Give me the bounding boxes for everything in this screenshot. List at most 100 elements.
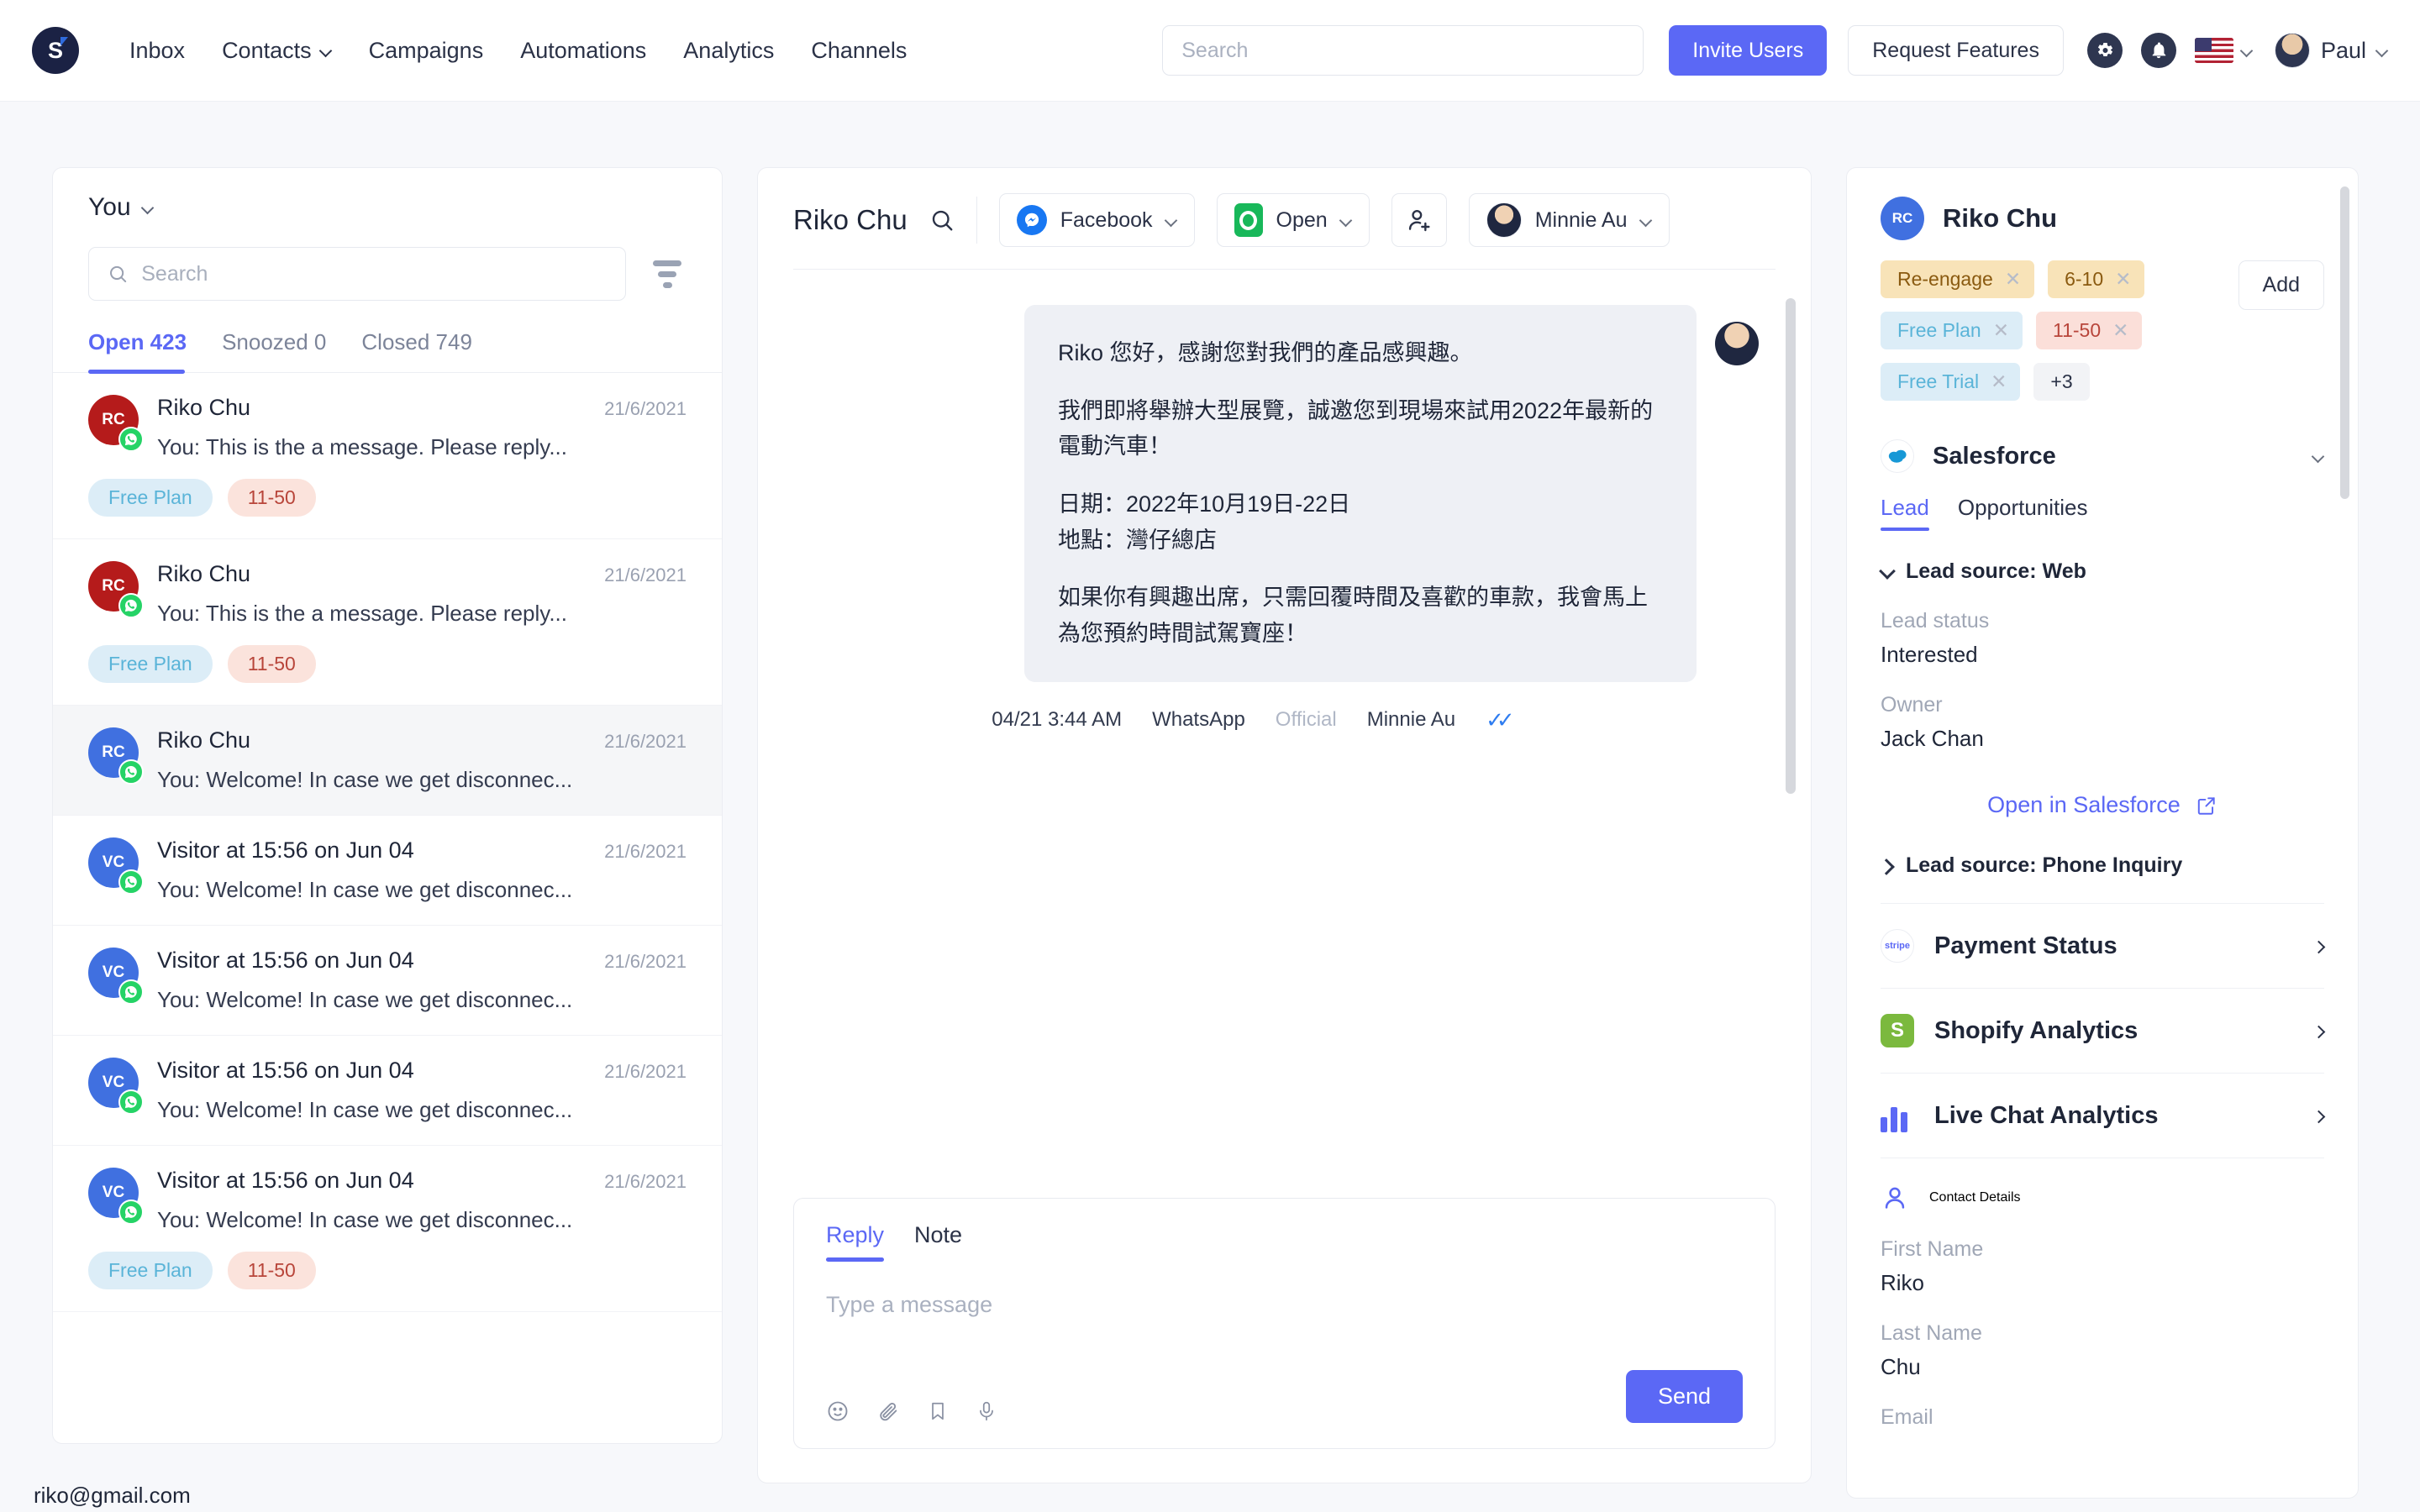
nav-label: Campaigns [369, 38, 484, 64]
conversation-date: 21/6/2021 [604, 398, 687, 420]
field-owner: Owner Jack Chan [1881, 693, 2324, 752]
conversation-list-item[interactable]: RCRiko Chu21/6/2021You: Welcome! In case… [53, 706, 722, 816]
add-user-icon [1406, 207, 1433, 234]
nav-label: Channels [811, 38, 907, 64]
tag-pill: Free Plan [88, 1252, 213, 1289]
tab-opportunities[interactable]: Opportunities [1958, 495, 2088, 531]
field-first-name: First Name Riko [1881, 1237, 2324, 1296]
global-search[interactable] [1162, 25, 1644, 76]
app-logo[interactable]: S [32, 27, 79, 74]
tab-closed[interactable]: Closed 749 [361, 329, 489, 372]
chevron-right-icon [1881, 859, 1894, 873]
contact-tag[interactable]: 6-10✕ [2048, 260, 2144, 298]
accordion-lead-source-web[interactable]: Lead source: Web [1881, 559, 2324, 584]
search-icon[interactable] [929, 207, 955, 233]
tab-open[interactable]: Open 423 [88, 329, 203, 372]
section-title: Live Chat Analytics [1934, 1102, 2158, 1130]
contact-tag[interactable]: 11-50✕ [2036, 312, 2142, 349]
contact-tag[interactable]: Free Plan✕ [1881, 312, 2023, 349]
chevron-down-icon[interactable] [2242, 45, 2253, 56]
composer-tools [826, 1399, 997, 1423]
channel-dropdown[interactable]: Facebook [999, 193, 1195, 247]
tab-snoozed[interactable]: Snoozed 0 [222, 329, 343, 372]
avatar [1486, 202, 1522, 238]
chat-scrollbar[interactable] [1786, 298, 1796, 794]
section-payment-status[interactable]: stripe Payment Status [1881, 903, 2324, 988]
conversation-search[interactable] [88, 247, 626, 301]
field-value: Interested [1881, 642, 2324, 668]
contact-tag[interactable]: Free Trial✕ [1881, 363, 2020, 401]
conversation-list[interactable]: RCRiko Chu21/6/2021You: This is the a me… [53, 373, 722, 1443]
section-shopify-analytics[interactable]: S Shopify Analytics [1881, 988, 2324, 1073]
whatsapp-channel-icon [118, 427, 144, 452]
open-in-salesforce-link[interactable]: Open in Salesforce [1881, 792, 2324, 818]
conversation-list-item[interactable]: RCRiko Chu21/6/2021You: This is the a me… [53, 539, 722, 706]
attachment-icon[interactable] [876, 1399, 900, 1423]
conversation-date: 21/6/2021 [604, 564, 687, 586]
remove-tag-icon[interactable]: ✕ [2005, 268, 2021, 291]
contact-tag[interactable]: +3 [2033, 363, 2089, 401]
contact-details-title: Contact Details [1929, 1190, 2021, 1205]
conversation-list-panel: You Open 423 Snoozed [52, 167, 723, 1444]
conversation-snippet: You: Welcome! In case we get disconnec..… [157, 1097, 687, 1123]
link-label: Open in Salesforce [1987, 792, 2181, 818]
bookmark-icon[interactable] [927, 1399, 949, 1423]
conversation-list-item[interactable]: RCRiko Chu21/6/2021You: This is the a me… [53, 373, 722, 539]
chevron-down-icon [1166, 215, 1177, 226]
conversation-name: Visitor at 15:56 on Jun 04 [157, 1168, 414, 1194]
conversation-search-input[interactable] [141, 262, 607, 286]
global-search-input[interactable] [1181, 39, 1624, 63]
status-dropdown[interactable]: Open [1217, 193, 1370, 247]
message-input[interactable] [826, 1292, 1743, 1318]
divider [976, 197, 977, 244]
tag-pill: Free Plan [88, 645, 213, 683]
open-status-icon [1234, 203, 1263, 237]
conversation-list-item[interactable]: VCVisitor at 15:56 on Jun 0421/6/2021You… [53, 1146, 722, 1312]
chevron-down-icon [2313, 451, 2324, 462]
nav-item-automations[interactable]: Automations [502, 38, 665, 64]
remove-tag-icon[interactable]: ✕ [2112, 319, 2128, 342]
conversation-detail-panel: Riko Chu Facebook [757, 167, 1812, 1483]
language-flag-icon[interactable] [2195, 38, 2233, 63]
nav-item-channels[interactable]: Channels [792, 38, 925, 64]
nav-item-campaigns[interactable]: Campaigns [350, 38, 502, 64]
nav-label: Inbox [129, 38, 185, 64]
filter-icon[interactable] [648, 255, 687, 293]
section-live-chat-analytics[interactable]: Live Chat Analytics [1881, 1073, 2324, 1158]
emoji-icon[interactable] [826, 1399, 850, 1423]
send-button[interactable]: Send [1626, 1370, 1743, 1423]
message-row: Riko 您好，感謝您對我們的產品感興趣。 我們即將舉辦大型展覽，誠邀您到現場來… [810, 305, 1759, 682]
remove-tag-icon[interactable]: ✕ [1993, 319, 2009, 342]
notification-bell-icon[interactable] [2141, 33, 2176, 68]
contact-tag[interactable]: Re-engage✕ [1881, 260, 2034, 298]
add-collaborator-button[interactable] [1392, 193, 1447, 247]
user-menu[interactable]: Paul [2275, 33, 2388, 68]
tab-note[interactable]: Note [914, 1222, 962, 1262]
person-icon [1881, 1184, 1909, 1212]
chevron-down-icon [1341, 215, 1352, 226]
owner-filter-dropdown[interactable]: You [88, 193, 687, 222]
remove-tag-icon[interactable]: ✕ [1991, 370, 2007, 393]
remove-tag-icon[interactable]: ✕ [2115, 268, 2131, 291]
tab-lead[interactable]: Lead [1881, 495, 1929, 531]
conversation-list-item[interactable]: VCVisitor at 15:56 on Jun 0421/6/2021You… [53, 816, 722, 926]
salesforce-section-header[interactable]: Salesforce [1881, 439, 2324, 473]
conversation-name: Riko Chu [157, 561, 250, 587]
contact-panel-scrollbar[interactable] [2340, 186, 2349, 499]
tab-reply[interactable]: Reply [826, 1222, 884, 1262]
accordion-lead-source-phone[interactable]: Lead source: Phone Inquiry [1881, 853, 2324, 878]
nav-item-inbox[interactable]: Inbox [111, 38, 203, 64]
assignee-label: Minnie Au [1535, 208, 1628, 233]
microphone-icon[interactable] [976, 1399, 997, 1423]
conversation-list-item[interactable]: VCVisitor at 15:56 on Jun 0421/6/2021You… [53, 926, 722, 1036]
nav-item-analytics[interactable]: Analytics [665, 38, 792, 64]
request-features-button[interactable]: Request Features [1848, 25, 2064, 76]
assignee-dropdown[interactable]: Minnie Au [1469, 193, 1670, 247]
conversation-date: 21/6/2021 [604, 731, 687, 753]
nav-item-contacts[interactable]: Contacts [203, 38, 350, 64]
add-tag-button[interactable]: Add [2238, 260, 2324, 310]
gear-icon[interactable] [2087, 33, 2123, 68]
invite-users-button[interactable]: Invite Users [1669, 25, 1827, 76]
field-value: Jack Chan [1881, 726, 2324, 752]
conversation-list-item[interactable]: VCVisitor at 15:56 on Jun 0421/6/2021You… [53, 1036, 722, 1146]
